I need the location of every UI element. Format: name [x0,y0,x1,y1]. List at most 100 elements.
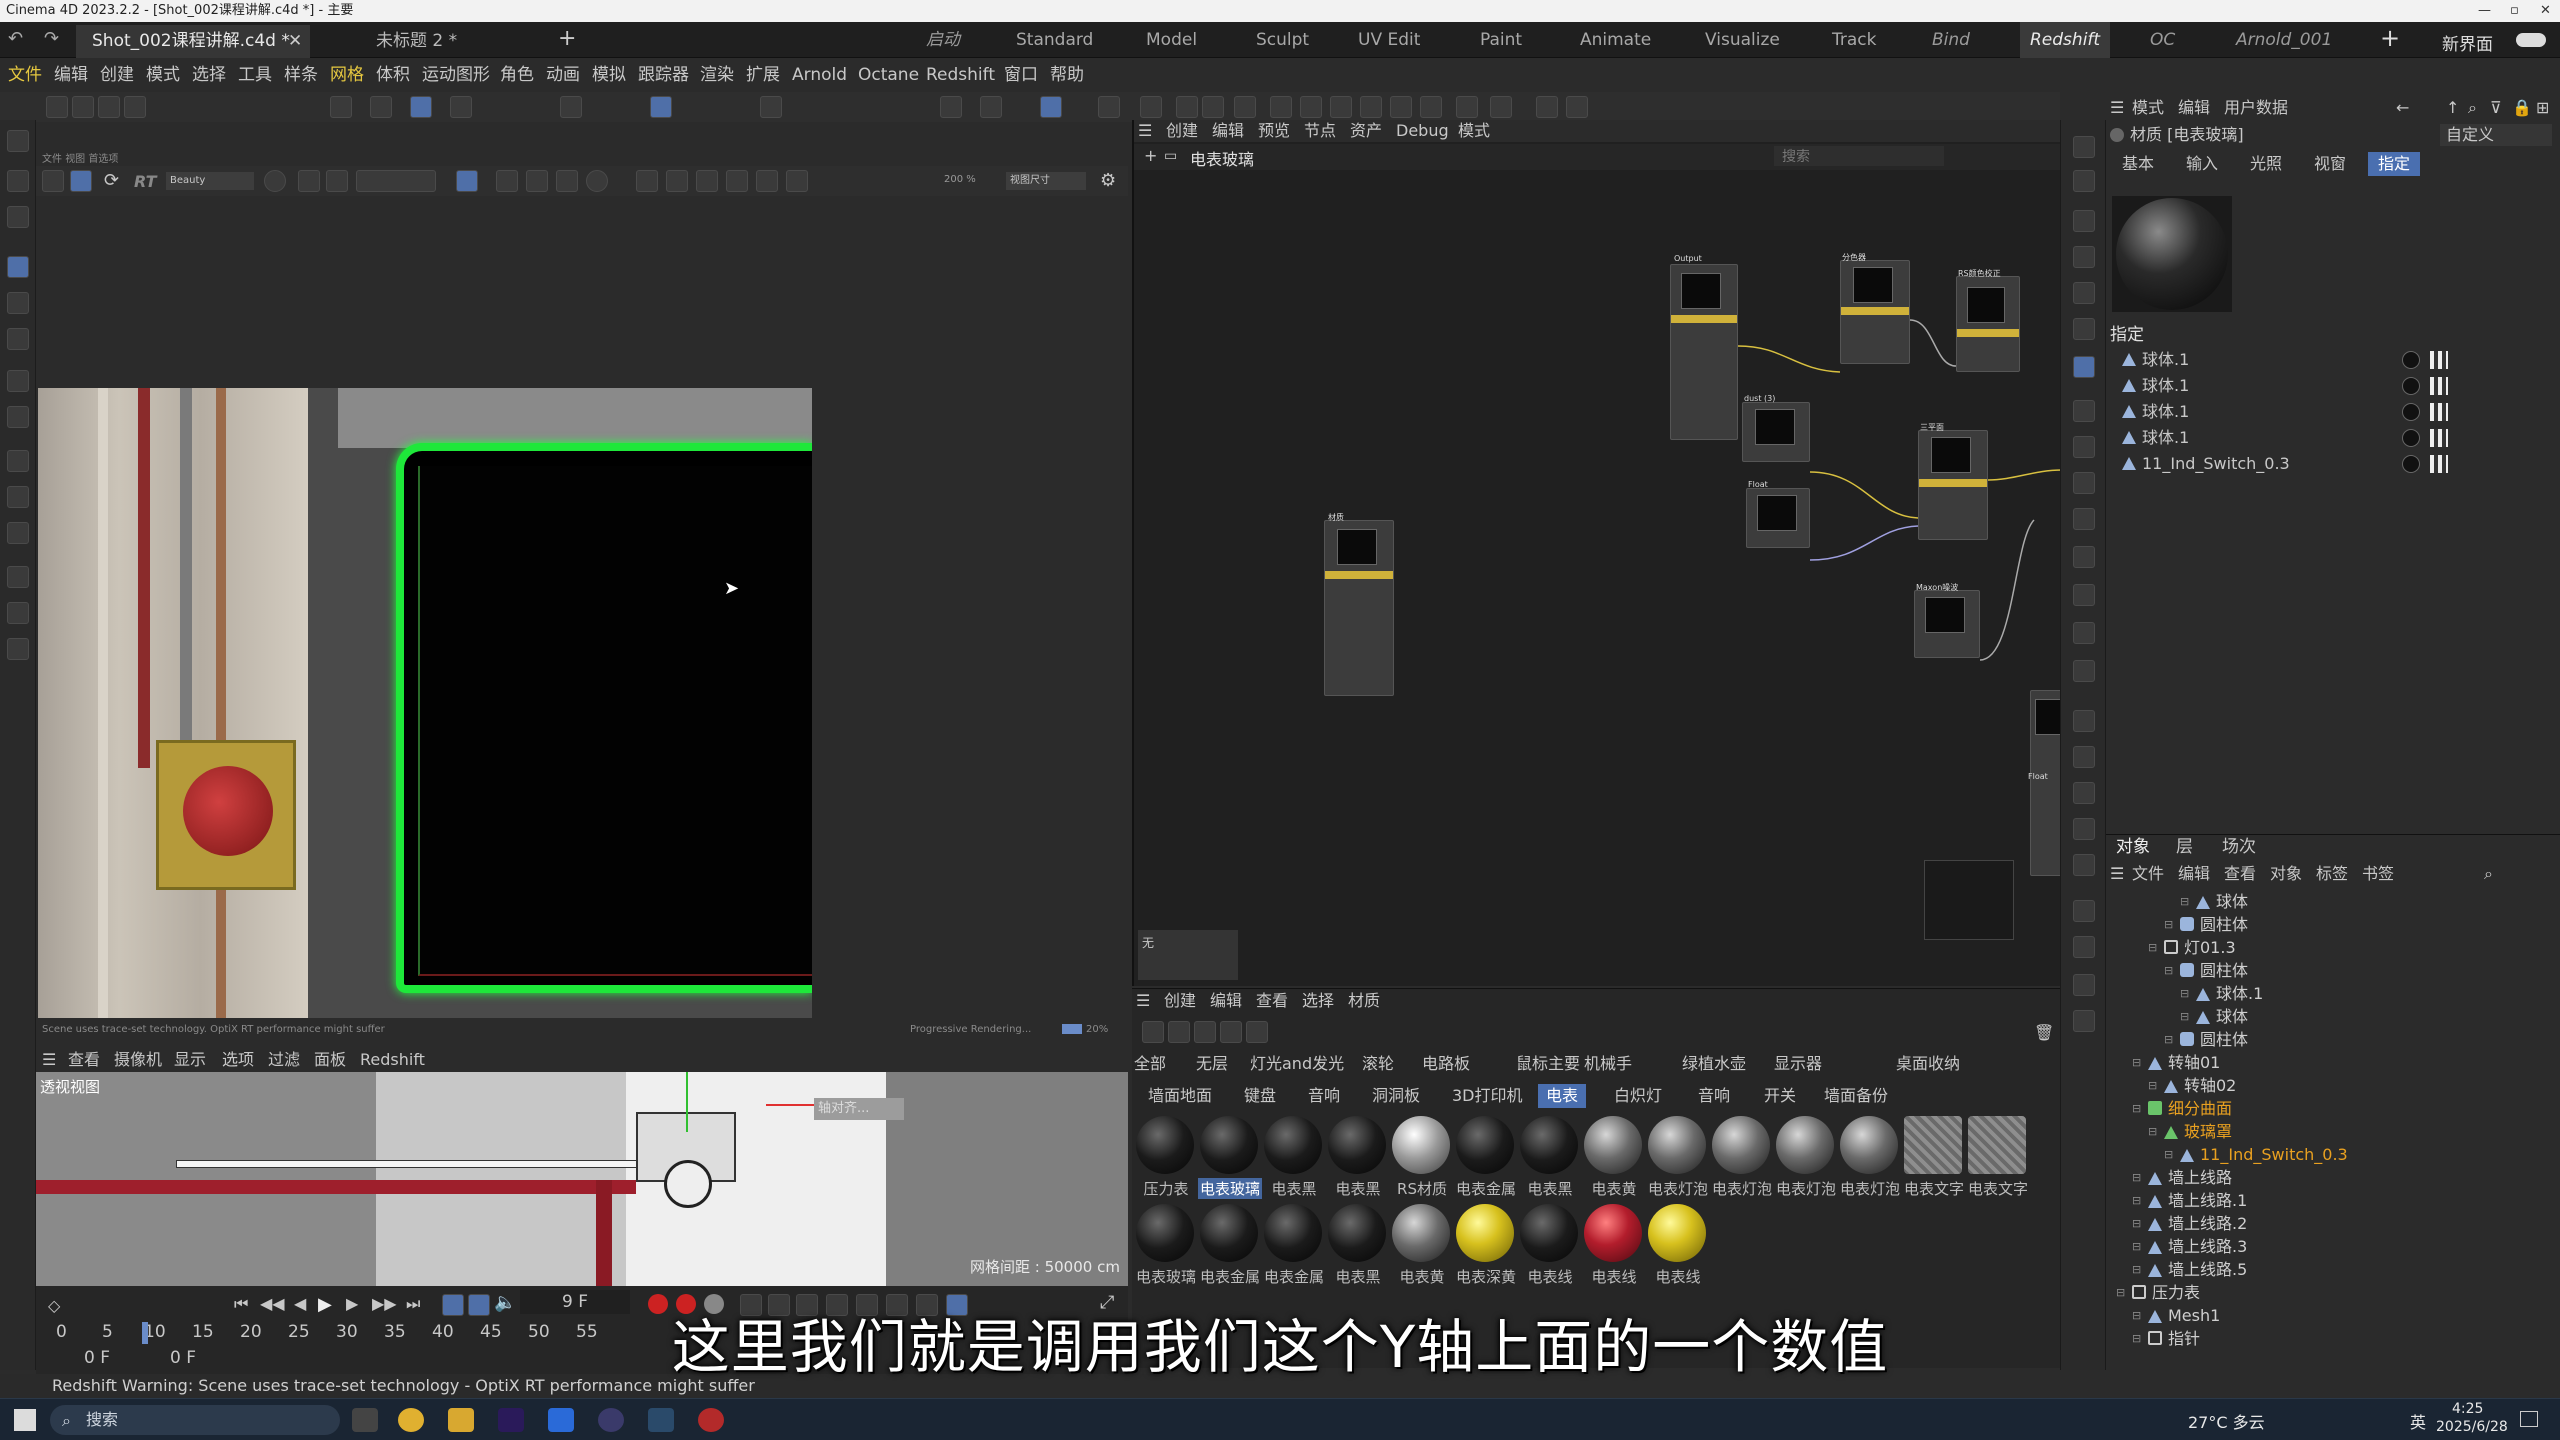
render-settings-icon[interactable] [760,96,782,118]
circle-icon[interactable] [586,170,608,192]
layout-tab-arnold[interactable]: Arnold_001 [2236,22,2332,58]
polygons-mode-icon[interactable] [410,96,432,118]
persp-menu-view[interactable]: 查看 [68,1048,100,1072]
strip-ball-icon[interactable] [2073,210,2095,232]
mm-menu-select[interactable]: 选择 [1302,989,1334,1013]
minimize-button[interactable]: — [2478,0,2491,22]
expand-icon[interactable]: ⊟ [2148,1120,2157,1143]
task-view-icon[interactable] [352,1408,378,1432]
y-axis-icon[interactable] [72,96,94,118]
material-tab[interactable]: 灯光and发光 [1242,1052,1352,1076]
x-axis-icon[interactable] [46,96,68,118]
trash-icon[interactable]: 🗑 [2034,1021,2054,1045]
select-icon[interactable] [7,170,29,192]
taskbar-time[interactable]: 4:25 [2452,1401,2483,1417]
material-tab[interactable]: 洞洞板 [1364,1084,1428,1108]
strip-dome-icon[interactable] [2073,546,2095,568]
strip-shader-icon[interactable] [2073,318,2095,340]
expand-icon[interactable]: ⊟ [2132,1166,2141,1189]
menu-create[interactable]: 创建 [100,58,134,92]
expand-icon[interactable]: ⊟ [2164,1143,2173,1166]
close-window-button[interactable]: ✕ [2540,0,2551,22]
expand-icon[interactable] [666,170,688,192]
object-row[interactable]: ⊟ 细分曲面 [2106,1097,2560,1120]
mm-tool-2-icon[interactable] [1168,1021,1190,1043]
material-swatch[interactable] [1520,1116,1578,1174]
color-icon[interactable] [264,170,286,192]
object-row[interactable]: ⊟ 11_Ind_Switch_0.3 [2106,1143,2560,1166]
cube-blue-icon[interactable] [1176,96,1198,118]
app-icon[interactable] [648,1408,674,1432]
strip-camera3-icon[interactable] [2073,782,2095,804]
material-tab[interactable]: 键盘 [1236,1084,1284,1108]
strip-settings-icon[interactable] [2073,660,2095,682]
doc-tab-untitled2[interactable]: 未标题 2 * [360,25,530,58]
material-swatch[interactable] [1136,1116,1194,1174]
attr-tab-basic[interactable]: 基本 [2112,152,2164,176]
hamburger-icon[interactable]: ☰ [1136,989,1150,1013]
expand-icon[interactable]: ⊟ [2164,1028,2173,1051]
strip-node-icon[interactable] [2073,1010,2095,1032]
menu-extensions[interactable]: 扩展 [746,58,780,92]
material-swatch[interactable] [1328,1204,1386,1262]
attr-lock-icon[interactable]: 🔒 [2512,96,2532,120]
material-swatch[interactable] [1648,1204,1706,1262]
layout-tab-oc[interactable]: OC [2150,22,2175,58]
material-swatch[interactable] [1392,1116,1450,1174]
material-swatch[interactable] [1264,1116,1322,1174]
knife-icon[interactable] [7,486,29,508]
attr-tab-assign[interactable]: 指定 [2368,152,2421,176]
sketch-icon[interactable] [1536,96,1558,118]
material-tab[interactable]: 墙面备份 [1816,1084,1896,1108]
material-tab[interactable]: 音响 [1300,1084,1348,1108]
grid-view-icon[interactable] [496,170,518,192]
lasso-icon[interactable] [7,450,29,472]
mm-tool-5-icon[interactable] [1246,1021,1268,1043]
undo-icon[interactable]: ↶ [8,28,23,49]
rotate-icon[interactable] [7,292,29,314]
mm-menu-view[interactable]: 查看 [1256,989,1288,1013]
material-tab[interactable]: 白炽灯 [1606,1084,1670,1108]
strip-layers-icon[interactable] [2073,170,2095,192]
strip-camera5-icon[interactable] [2073,854,2095,876]
material-tab[interactable]: 绿植水壶 [1674,1052,1754,1076]
attr-tab-illumination[interactable]: 光照 [2240,152,2292,176]
material-tab[interactable]: 电路板 [1414,1052,1478,1076]
plant-icon[interactable] [1270,96,1292,118]
deformer-icon[interactable] [1300,96,1322,118]
persp-menu-redshift[interactable]: Redshift [360,1048,425,1072]
weather-label[interactable]: 27°C 多云 [2188,1409,2265,1433]
snowflake2-icon[interactable] [556,170,578,192]
assign-row[interactable]: 球体.1 [2116,348,2546,372]
menu-simulate[interactable]: 模拟 [592,58,626,92]
strip-image-icon[interactable] [2073,900,2095,922]
strip-portal-icon[interactable] [2073,622,2095,644]
strip-ball2-icon[interactable] [2073,246,2095,268]
z-axis-icon[interactable] [98,96,120,118]
strip-doc-icon[interactable] [2073,974,2095,996]
cinema4d-icon[interactable] [598,1408,624,1432]
attr-tab-input[interactable]: 输入 [2176,152,2228,176]
persp-menu-display[interactable]: 显示 [174,1048,206,1072]
layout-tab-bind[interactable]: Bind [1932,22,1970,58]
fit-icon[interactable] [636,170,658,192]
material-swatch[interactable] [1520,1204,1578,1262]
strip-area-light-icon[interactable] [2073,508,2095,530]
menu-mode[interactable]: 模式 [146,58,180,92]
strip-ies-icon[interactable] [2073,584,2095,606]
object-row[interactable]: ⊟ 玻璃罩 [2106,1120,2560,1143]
refresh-icon[interactable]: ⟳ [104,170,119,191]
volume-icon[interactable] [1420,96,1442,118]
transform-icon[interactable] [7,370,29,392]
text-icon[interactable] [1202,96,1224,118]
rt-label[interactable]: RT [134,172,157,191]
om-menu-edit[interactable]: 编辑 [2178,863,2210,885]
scale-icon[interactable] [7,328,29,350]
mm-menu-create[interactable]: 创建 [1164,989,1196,1013]
material-tab[interactable]: 显示器 [1766,1052,1830,1076]
material-swatch[interactable] [1136,1204,1194,1262]
hamburger-icon[interactable]: ☰ [42,1048,56,1072]
assign-row[interactable]: 球体.1 [2116,400,2546,424]
expand-icon[interactable]: ⊟ [2132,1097,2141,1120]
menu-redshift[interactable]: Redshift [926,58,995,92]
